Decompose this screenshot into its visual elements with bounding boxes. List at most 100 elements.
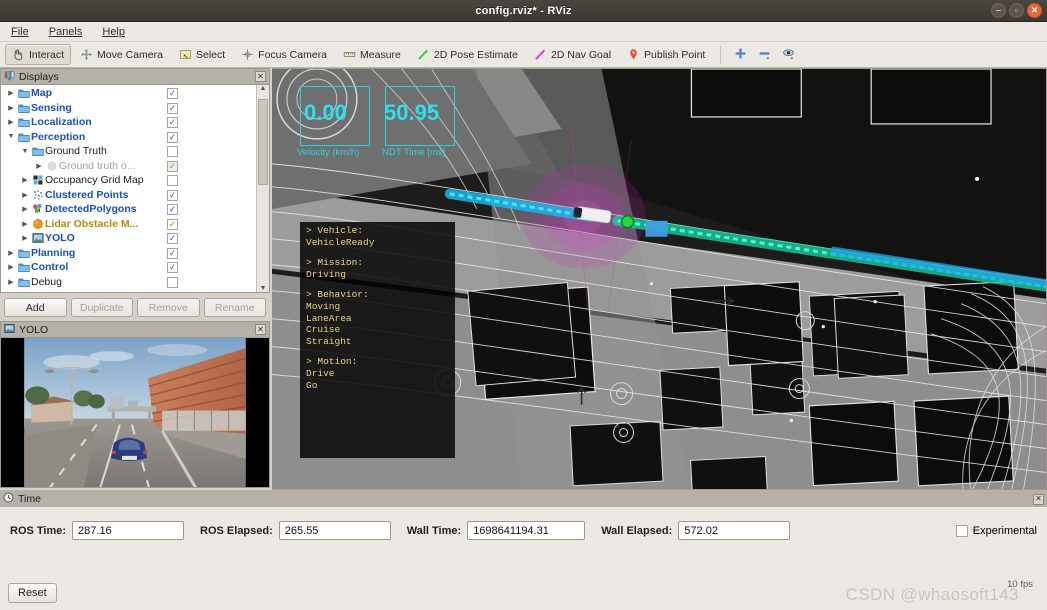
tree-item-checkbox[interactable]: ✓ [167,88,178,99]
tool-move-camera[interactable]: Move Camera [73,44,170,65]
yolo-panel-close[interactable]: ✕ [255,324,266,335]
chevron-right-icon[interactable]: ▶ [19,234,31,242]
chevron-right-icon[interactable]: ▶ [5,104,17,112]
tree-item-ground-truth-objects[interactable]: ▶ Ground truth o... ✓ [1,159,256,174]
overlay-gap-2 [306,280,455,289]
tree-item-checkbox[interactable]: ✓ [167,247,178,259]
wall-time-input[interactable]: 1698641194.31 [467,521,586,540]
tool-select[interactable]: Select [172,44,232,65]
chevron-right-icon[interactable]: ▶ [19,176,31,184]
tree-item-checkbox[interactable]: ✓ [167,262,178,273]
chevron-right-icon[interactable]: ▶ [5,249,17,257]
duplicate-button[interactable]: Duplicate [70,298,133,317]
tool-measure[interactable]: Measure [336,44,408,65]
wall-elapsed-input[interactable]: 572.02 [678,521,791,540]
tree-item-checkbox[interactable]: ✓ [167,189,178,201]
tree-item-checkbox[interactable]: ✓ [167,160,178,172]
mission-state-header: > Mission: [306,257,364,269]
remove-tool-button[interactable] [753,45,775,65]
tree-item-checkbox[interactable]: ✓ [167,102,178,114]
tree-item-clustered-points[interactable]: ▶ Clustered Points ✓ [1,188,256,203]
chevron-down-icon[interactable]: ▼ [19,148,31,155]
tool-interact[interactable]: Interact [5,44,72,65]
tool-2d-nav-goal[interactable]: 2D Nav Goal [527,44,618,65]
3d-viewport[interactable]: 0.00 Velocity (km/h) 50.95 NDT Time [ms]… [272,68,1047,490]
tree-item-label: Debug [31,275,62,288]
folder-icon [17,247,31,259]
tree-item-ground-truth[interactable]: ▼ Ground Truth [1,144,256,159]
tree-item-sensing[interactable]: ▶ Sensing ✓ [1,101,256,116]
time-panel-title: Time [18,493,41,505]
tool-focus-camera[interactable]: Focus Camera [234,44,334,65]
tree-item-checkbox[interactable]: ✓ [167,131,178,143]
vehicle-state-value: VehicleReady [306,236,375,248]
ndt-value: 50.95 [384,100,440,125]
yolo-camera-image [1,338,269,487]
chevron-right-icon[interactable]: ▶ [33,162,45,170]
behavior-state-value-1: LaneArea [306,312,352,324]
menu-file-label: File [11,25,29,38]
chevron-right-icon[interactable]: ▶ [5,118,17,126]
maximize-button[interactable]: ▫ [1009,3,1024,18]
scroll-up-icon[interactable]: ▲ [260,85,267,92]
chevron-right-icon[interactable]: ▶ [19,191,31,199]
tree-item-planning[interactable]: ▶ Planning ✓ [1,246,256,261]
chevron-right-icon[interactable]: ▶ [5,263,17,271]
chevron-right-icon[interactable]: ▶ [19,205,31,213]
time-panel-close[interactable]: ✕ [1033,493,1044,505]
tree-item-checkbox[interactable]: ✓ [167,204,178,215]
hand-icon [12,48,25,61]
displays-panel-close[interactable]: ✕ [255,71,266,82]
rviz-window: config.rviz* - RViz – ▫ ✕ File Panels He… [0,0,1047,610]
tree-item-debug[interactable]: ▶ Debug [1,275,256,290]
select-icon [179,48,192,61]
tree-item-yolo[interactable]: ▶ YOLO ✓ [1,231,256,246]
overlay-gap-3 [306,347,455,356]
chevron-right-icon[interactable]: ▶ [5,278,17,286]
add-tool-button[interactable] [729,45,751,65]
scroll-thumb[interactable] [258,99,268,185]
add-button[interactable]: Add [4,298,67,317]
wall-elapsed-label: Wall Elapsed: [601,524,673,537]
tree-item-detected-polygons[interactable]: ▶ DetectedPolygons ✓ [1,202,256,217]
scroll-down-icon[interactable]: ▼ [260,285,267,292]
tool-properties-button[interactable] [777,45,799,65]
tree-item-checkbox[interactable]: ✓ [167,218,178,230]
chevron-right-icon[interactable]: ▶ [19,220,31,228]
menu-panels[interactable]: Panels [46,25,86,39]
tool-publish-point[interactable]: Publish Point [620,44,712,65]
displays-tree[interactable]: ▶ Map ✓ ▶ Sensing ✓ ▶ Localization ✓ ▼ Perception ✓… [1,85,256,292]
tool-2d-pose-estimate[interactable]: 2D Pose Estimate [410,44,525,65]
experimental-checkbox[interactable] [955,524,968,537]
tree-item-checkbox[interactable] [167,276,178,288]
tree-item-map[interactable]: ▶ Map ✓ [1,86,256,101]
tree-item-localization[interactable]: ▶ Localization ✓ [1,115,256,130]
ros-elapsed-input[interactable]: 265.55 [278,521,391,540]
chevron-down-icon[interactable]: ▼ [5,133,17,140]
tree-item-lidar-obstacle-m[interactable]: ▶ Lidar Obstacle M... ✓ [1,217,256,232]
chevron-right-icon[interactable]: ▶ [5,89,17,97]
tree-item-occupancy-grid-map[interactable]: ▶ Occupancy Grid Map [1,173,256,188]
tree-item-checkbox[interactable] [167,175,178,186]
menu-help[interactable]: Help [99,25,128,39]
remove-button[interactable]: Remove [137,298,200,317]
yolo-image-view[interactable] [0,337,270,488]
minimize-button[interactable]: – [991,3,1006,18]
main-body: Displays ✕ ▶ Map ✓ ▶ Sensing ✓ ▶ Localization ✓ ▼… [0,68,1047,490]
ros-time-input[interactable]: 287.16 [72,521,185,540]
close-button[interactable]: ✕ [1027,3,1042,18]
menu-bar: File Panels Help [0,22,1047,42]
tree-item-checkbox[interactable] [167,146,178,157]
tree-item-checkbox[interactable]: ✓ [167,233,178,244]
title-bar: config.rviz* - RViz – ▫ ✕ [0,0,1047,22]
tree-item-checkbox[interactable]: ✓ [167,117,178,128]
reset-button[interactable]: Reset [8,583,57,603]
tree-item-control[interactable]: ▶ Control ✓ [1,260,256,275]
menu-file[interactable]: File [8,25,32,39]
tree-item-perception[interactable]: ▼ Perception ✓ [1,130,256,145]
behavior-state-header: > Behavior: [306,289,369,301]
experimental-checkbox-group[interactable]: Experimental [955,524,1037,537]
tree-item-label: Perception [31,130,86,143]
sphere-icon [31,218,45,230]
rename-button[interactable]: Rename [203,298,266,317]
